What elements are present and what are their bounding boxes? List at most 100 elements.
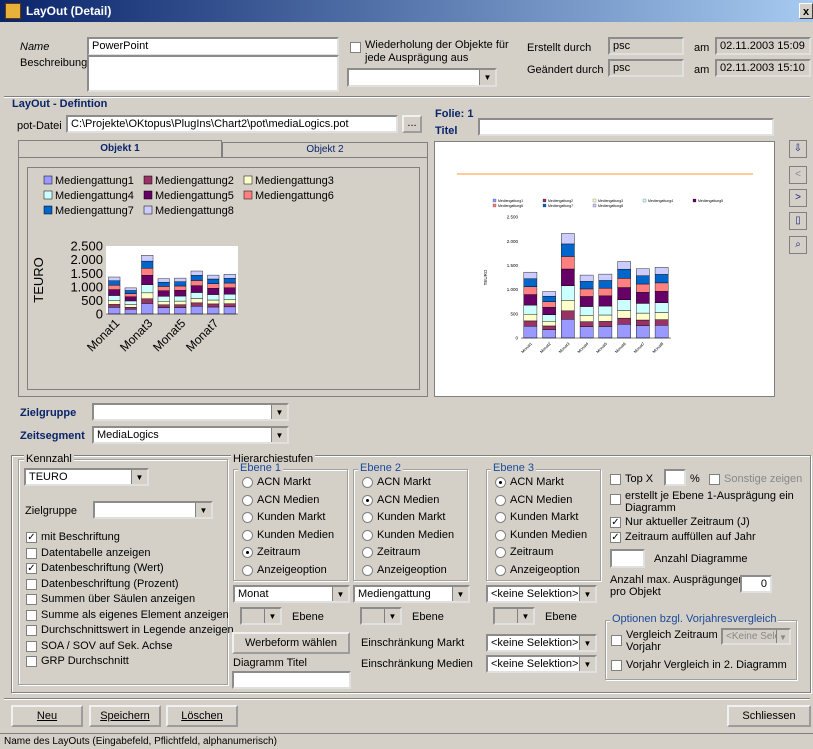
werbeform-button[interactable]: Werbeform wählen: [232, 632, 350, 654]
erstellt-checkbox[interactable]: [610, 494, 621, 505]
sonstige-checkbox[interactable]: [709, 474, 720, 485]
ebene-2-radio[interactable]: [362, 512, 373, 523]
ebene-1-radio[interactable]: [242, 512, 253, 523]
kennzahl-check-8[interactable]: [26, 656, 37, 667]
einschr-markt-select[interactable]: <keine Selektion> ▼: [486, 634, 597, 652]
chevron-down-icon[interactable]: ▼: [579, 636, 595, 650]
bar-segment: [654, 302, 669, 313]
ebene-3-radio[interactable]: [495, 529, 506, 541]
ebene-2-radio[interactable]: [362, 494, 373, 506]
chevron-down-icon[interactable]: ▼: [776, 630, 789, 643]
ebene-2-radio[interactable]: [362, 547, 373, 558]
chevron-down-icon[interactable]: ▼: [452, 587, 468, 601]
einschr-medien-select[interactable]: <keine Selektion> ▼: [486, 655, 597, 673]
chevron-down-icon[interactable]: ▼: [579, 587, 595, 601]
y-tick-label: 2.500: [507, 215, 519, 220]
ebene-3-select[interactable]: <keine Selektion> ▼: [486, 585, 597, 603]
prev-icon[interactable]: <: [789, 166, 807, 184]
next-icon[interactable]: >: [789, 189, 807, 207]
keine-sele-select[interactable]: <Keine Sele ▼: [721, 628, 791, 645]
legend-swatch: [592, 198, 597, 203]
ebene-1-radio[interactable]: [242, 529, 253, 541]
bar-segment: [223, 306, 236, 315]
vorjahr-2-checkbox[interactable]: [611, 660, 622, 671]
kennzahl-check-2[interactable]: ✓: [26, 563, 37, 574]
close-icon[interactable]: x: [799, 3, 813, 19]
bar-segment: [579, 274, 594, 282]
ebene-level-select[interactable]: ▼: [493, 607, 535, 625]
chevron-down-icon[interactable]: ▼: [479, 70, 495, 85]
bar-segment: [598, 326, 613, 339]
ebene-1-radio[interactable]: [242, 547, 253, 558]
titel-input[interactable]: [478, 118, 774, 136]
beschreibung-label: Beschreibung: [20, 57, 88, 69]
ebene-1-radio[interactable]: [242, 564, 253, 576]
ebene-3-radio[interactable]: [495, 477, 506, 488]
ebene-1-select[interactable]: Monat ▼: [233, 585, 350, 603]
kennzahl-check-1[interactable]: [26, 547, 37, 559]
name-input[interactable]: PowerPoint: [87, 37, 339, 56]
speichern-button[interactable]: Speichern: [89, 705, 161, 727]
new-page-icon[interactable]: ▯: [789, 212, 807, 230]
ebene-1-radio[interactable]: [242, 494, 253, 506]
kennzahl-check-4[interactable]: [26, 594, 37, 605]
ebene-level-select[interactable]: ▼: [240, 607, 282, 625]
kennzahl-check-0[interactable]: ✓: [26, 532, 37, 543]
ebene-3-radio[interactable]: [495, 494, 506, 506]
bar-segment: [561, 300, 575, 312]
topx-input[interactable]: [664, 469, 686, 486]
kennzahl-check-3[interactable]: [26, 578, 37, 590]
tab-objekt-1[interactable]: Objekt 1: [18, 140, 222, 158]
beschreibung-input[interactable]: [87, 55, 339, 92]
ebene-label: Ebene: [412, 611, 444, 623]
loeschen-button[interactable]: Löschen: [166, 705, 238, 727]
schliessen-button[interactable]: Schliessen: [727, 705, 811, 727]
chevron-down-icon[interactable]: ▼: [517, 609, 533, 623]
browse-button[interactable]: ...: [402, 115, 422, 133]
preview-icon[interactable]: ⌕: [789, 236, 807, 254]
chevron-down-icon[interactable]: ▼: [195, 503, 211, 517]
chevron-down-icon[interactable]: ▼: [271, 405, 287, 419]
kennzahl-check-7[interactable]: [26, 640, 37, 652]
chevron-down-icon[interactable]: ▼: [271, 428, 287, 442]
tab-objekt-2[interactable]: Objekt 2: [222, 142, 428, 158]
erstellt-date: 02.11.2003 15:09: [715, 37, 811, 55]
zielgruppe-select[interactable]: ▼: [92, 403, 289, 421]
ebene-1-radio[interactable]: [242, 477, 253, 488]
kennzahl-zielgruppe-select[interactable]: ▼: [93, 501, 213, 519]
kennzahl-check-5[interactable]: [26, 609, 37, 621]
ebene-3-radio[interactable]: [495, 564, 506, 576]
chevron-down-icon[interactable]: ▼: [579, 657, 595, 671]
vergleich-checkbox[interactable]: [611, 635, 622, 646]
chevron-down-icon[interactable]: ▼: [131, 470, 147, 484]
ebene-2-radio[interactable]: [362, 529, 373, 541]
topx-checkbox[interactable]: [610, 474, 621, 485]
ebene-option-label: Kunden Medien: [377, 528, 455, 541]
neu-button[interactable]: Neu: [11, 705, 83, 727]
anzahl-max-input[interactable]: 0: [740, 575, 772, 593]
chevron-down-icon[interactable]: ▼: [384, 609, 400, 623]
ebene-3-radio[interactable]: [495, 512, 506, 523]
legend-label: Mediengattung2: [548, 199, 573, 203]
import-icon[interactable]: ⇩: [789, 140, 807, 158]
kennzahl-check-6[interactable]: [26, 625, 37, 636]
legend-label: Mediengattung6: [498, 204, 523, 208]
ebene-3-radio[interactable]: [495, 547, 506, 558]
pot-input[interactable]: C:\Projekte\OKtopus\PlugIns\Chart2\pot\m…: [66, 115, 398, 133]
kennzahl-select[interactable]: TEURO ▼: [24, 468, 149, 486]
auffuellen-checkbox[interactable]: ✓: [610, 532, 621, 543]
nur-aktuell-checkbox[interactable]: ✓: [610, 517, 621, 528]
wiederholung-checkbox[interactable]: [350, 42, 361, 53]
kennzahl-title: Kennzahl: [24, 453, 74, 465]
ebene-2-select[interactable]: Mediengattung ▼: [353, 585, 470, 603]
ebene-2-radio[interactable]: [362, 564, 373, 576]
anzahl-diagramme-input[interactable]: [610, 549, 645, 568]
chevron-down-icon[interactable]: ▼: [332, 587, 348, 601]
zeitsegment-select[interactable]: MediaLogics ▼: [92, 426, 289, 444]
wiederholung-select[interactable]: ▼: [347, 68, 497, 87]
ebene-level-select[interactable]: ▼: [360, 607, 402, 625]
ebene-2-radio[interactable]: [362, 477, 373, 488]
diagramm-titel-input[interactable]: [232, 671, 351, 689]
chevron-down-icon[interactable]: ▼: [264, 609, 280, 623]
ebene-option-label: Zeitraum: [510, 546, 554, 558]
